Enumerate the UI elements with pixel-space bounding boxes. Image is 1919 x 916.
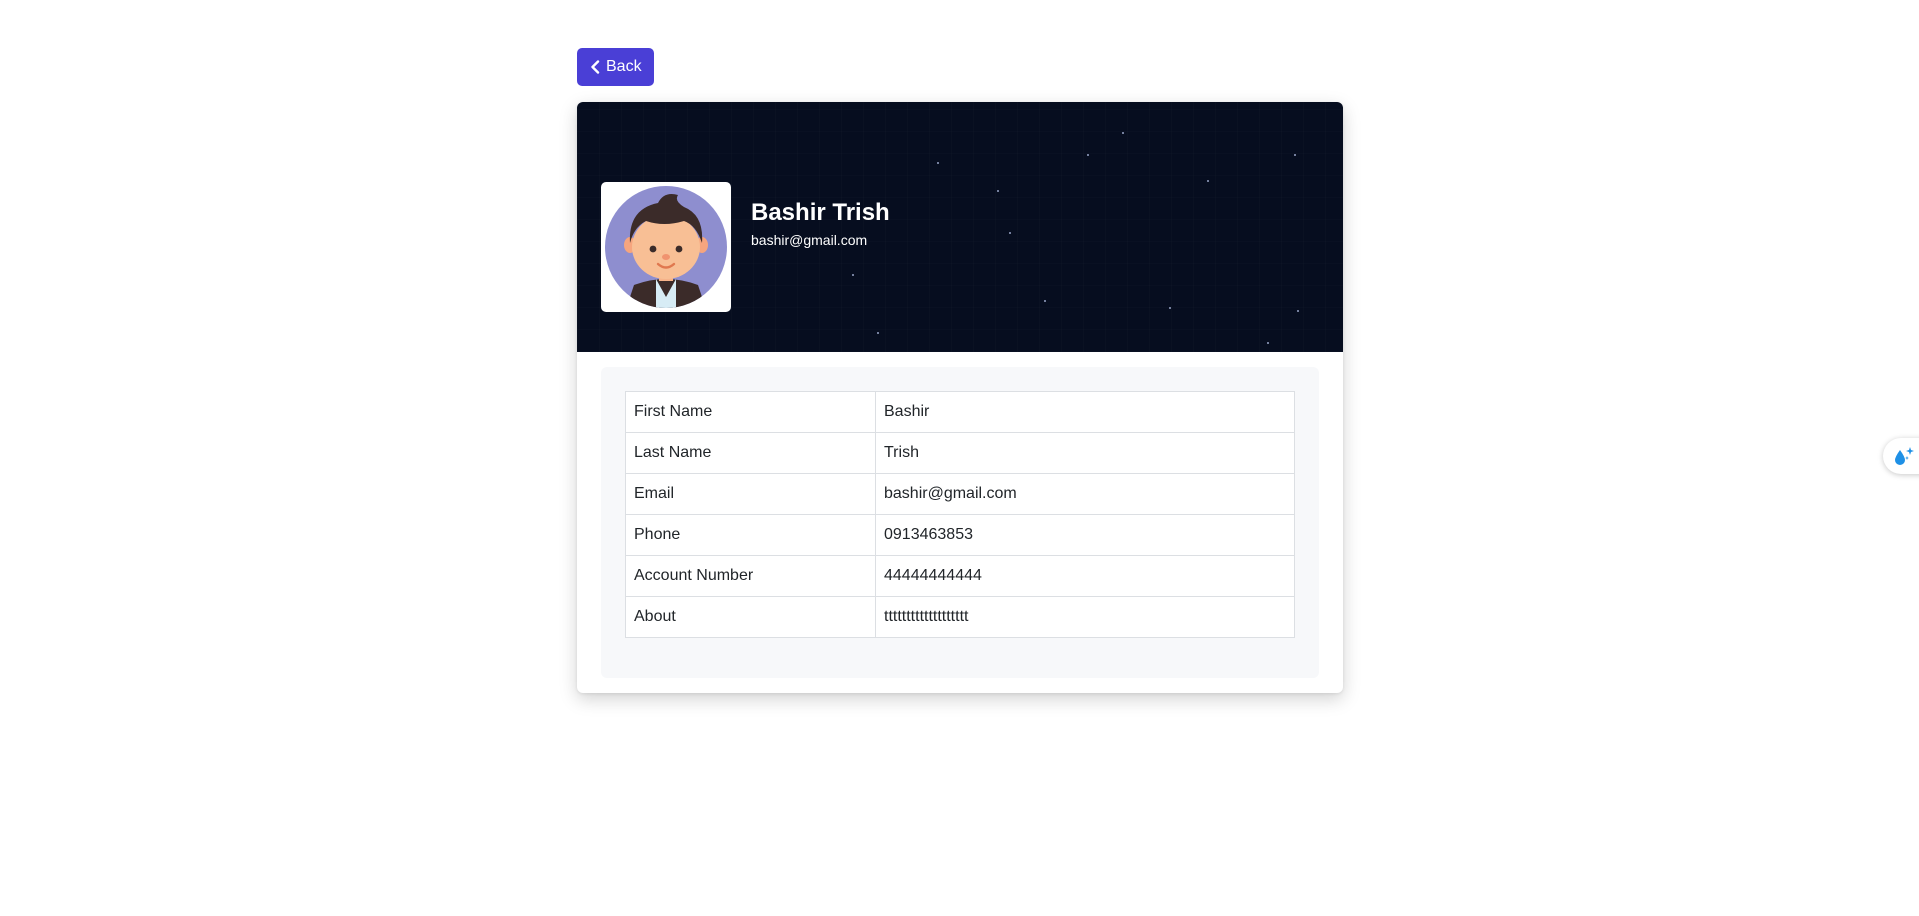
profile-page: Back Bashir Trish bashir@gmail.com First… [577, 48, 1343, 693]
details-table: First Name Bashir Last Name Trish Email … [625, 391, 1295, 638]
profile-name: Bashir Trish [751, 199, 890, 226]
chevron-left-icon [591, 60, 600, 74]
field-value: ttttttttttttttttttt [875, 596, 1295, 638]
field-value: Trish [875, 432, 1295, 474]
table-row: Account Number 44444444444 [625, 555, 1295, 597]
table-row: About ttttttttttttttttttt [625, 596, 1295, 638]
field-value: 0913463853 [875, 514, 1295, 556]
side-widget-button[interactable] [1883, 438, 1919, 474]
profile-email: bashir@gmail.com [751, 232, 868, 248]
back-button-label: Back [606, 58, 642, 75]
table-row: Last Name Trish [625, 432, 1295, 474]
table-row: Email bashir@gmail.com [625, 473, 1295, 515]
field-label: About [625, 596, 876, 638]
avatar [601, 182, 731, 312]
field-label: Last Name [625, 432, 876, 474]
profile-banner: Bashir Trish bashir@gmail.com [577, 102, 1343, 352]
back-button[interactable]: Back [577, 48, 654, 86]
water-drop-sparkle-icon [1895, 447, 1914, 465]
details-section: First Name Bashir Last Name Trish Email … [577, 352, 1343, 693]
profile-card: Bashir Trish bashir@gmail.com First Name… [577, 102, 1343, 693]
table-row: First Name Bashir [625, 391, 1295, 433]
details-panel: First Name Bashir Last Name Trish Email … [601, 367, 1319, 678]
field-value: bashir@gmail.com [875, 473, 1295, 515]
field-value: 44444444444 [875, 555, 1295, 597]
table-row: Phone 0913463853 [625, 514, 1295, 556]
field-label: Email [625, 473, 876, 515]
field-label: Phone [625, 514, 876, 556]
field-label: First Name [625, 391, 876, 433]
field-value: Bashir [875, 391, 1295, 433]
field-label: Account Number [625, 555, 876, 597]
avatar-illustration [605, 186, 727, 308]
